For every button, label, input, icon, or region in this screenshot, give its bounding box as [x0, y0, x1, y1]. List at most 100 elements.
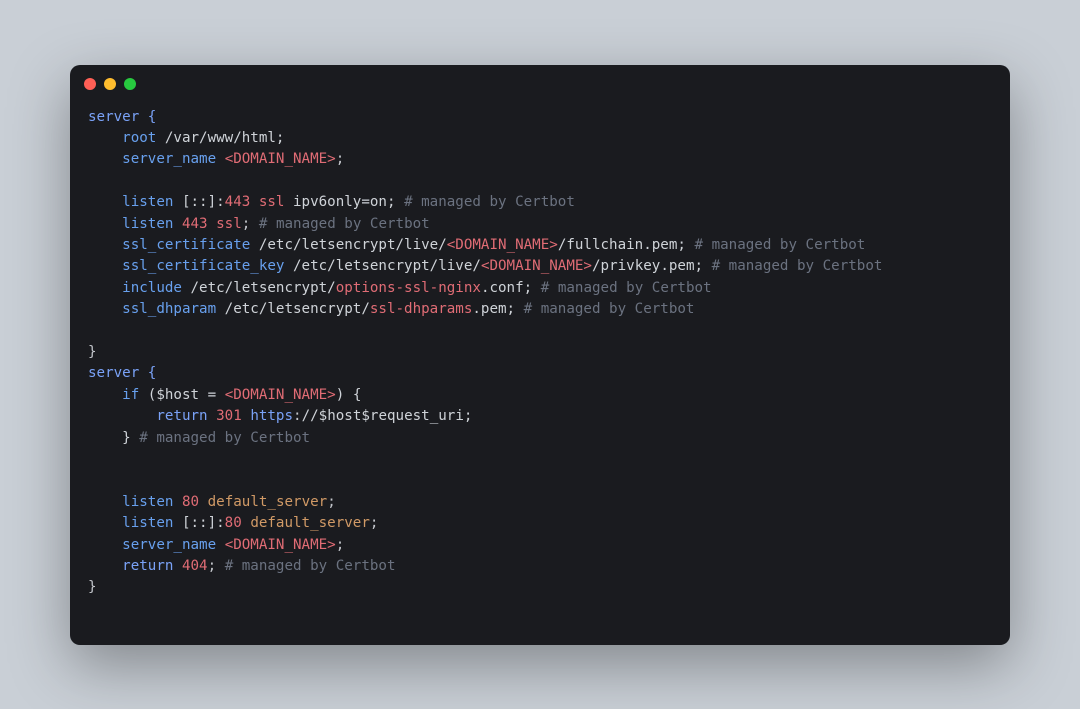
code-token: if: [122, 387, 139, 403]
code-token: }: [88, 430, 139, 446]
code-token: [216, 151, 225, 167]
code-token: [88, 537, 122, 553]
code-token: # managed by Certbot: [259, 216, 430, 232]
code-token: server_name: [122, 537, 216, 553]
code-token: /etc/letsencrypt/live/: [284, 258, 480, 274]
code-token: [88, 216, 122, 232]
code-token: server {: [88, 365, 156, 381]
zoom-icon[interactable]: [124, 78, 136, 90]
code-token: /privkey.pem;: [592, 258, 712, 274]
code-token: [::]:: [173, 194, 224, 210]
code-line: server {: [88, 107, 992, 128]
code-token: [173, 494, 182, 510]
code-token: 80: [225, 515, 242, 531]
code-line: [88, 321, 992, 342]
code-token: default_server: [250, 515, 370, 531]
code-token: options-ssl-nginx: [336, 280, 481, 296]
code-token: ;: [242, 216, 259, 232]
code-token: [88, 301, 122, 317]
code-token: ipv6only=on;: [284, 194, 404, 210]
code-token: <DOMAIN_NAME>: [225, 151, 336, 167]
code-token: ;: [327, 494, 336, 510]
code-token: return: [122, 558, 173, 574]
code-line: include /etc/letsencrypt/options-ssl-ngi…: [88, 278, 992, 299]
code-token: [216, 537, 225, 553]
code-token: ssl: [259, 194, 285, 210]
code-token: [88, 558, 122, 574]
code-token: 443: [182, 216, 208, 232]
window-titlebar: [70, 65, 1010, 103]
code-token: <DOMAIN_NAME>: [225, 537, 336, 553]
code-line: return 404; # managed by Certbot: [88, 556, 992, 577]
code-line: server_name <DOMAIN_NAME>;: [88, 149, 992, 170]
code-line: listen 443 ssl; # managed by Certbot: [88, 214, 992, 235]
code-token: /var/www/html;: [156, 130, 284, 146]
code-token: <DOMAIN_NAME>: [447, 237, 558, 253]
code-token: server_name: [122, 151, 216, 167]
code-token: ssl_certificate_key: [122, 258, 284, 274]
code-line: ssl_certificate_key /etc/letsencrypt/liv…: [88, 256, 992, 277]
code-line: ssl_certificate /etc/letsencrypt/live/<D…: [88, 235, 992, 256]
code-line: listen [::]:80 default_server;: [88, 513, 992, 534]
code-line: return 301 https://$host$request_uri;: [88, 406, 992, 427]
code-token: [88, 151, 122, 167]
code-token: listen: [122, 494, 173, 510]
code-token: ) {: [336, 387, 362, 403]
code-token: [173, 216, 182, 232]
code-token: include: [122, 280, 182, 296]
code-line: server {: [88, 363, 992, 384]
code-token: [88, 494, 122, 510]
code-token: [88, 408, 156, 424]
code-token: ssl: [216, 216, 242, 232]
code-token: ssl_dhparam: [122, 301, 216, 317]
code-line: listen 80 default_server;: [88, 492, 992, 513]
code-token: [::]:: [173, 515, 224, 531]
close-icon[interactable]: [84, 78, 96, 90]
code-token: # managed by Certbot: [225, 558, 396, 574]
code-token: # managed by Certbot: [139, 430, 310, 446]
code-line: ssl_dhparam /etc/letsencrypt/ssl-dhparam…: [88, 299, 992, 320]
code-token: ;: [208, 558, 225, 574]
code-token: ssl_certificate: [122, 237, 250, 253]
code-token: .conf;: [481, 280, 541, 296]
code-line: }: [88, 342, 992, 363]
code-line: [88, 171, 992, 192]
code-block: server { root /var/www/html; server_name…: [70, 103, 1010, 645]
code-token: /etc/letsencrypt/live/: [250, 237, 446, 253]
code-token: 301: [216, 408, 242, 424]
terminal-window: server { root /var/www/html; server_name…: [70, 65, 1010, 645]
code-line: } # managed by Certbot: [88, 428, 992, 449]
code-line: root /var/www/html;: [88, 128, 992, 149]
code-token: /etc/letsencrypt/: [182, 280, 336, 296]
code-token: :: [293, 408, 302, 424]
code-token: [88, 280, 122, 296]
code-token: server {: [88, 109, 156, 125]
code-token: }: [88, 344, 97, 360]
code-line: server_name <DOMAIN_NAME>;: [88, 535, 992, 556]
code-token: 404: [182, 558, 208, 574]
code-line: }: [88, 577, 992, 598]
code-line: listen [::]:443 ssl ipv6only=on; # manag…: [88, 192, 992, 213]
code-token: # managed by Certbot: [524, 301, 695, 317]
code-token: <DOMAIN_NAME>: [481, 258, 592, 274]
code-token: }: [88, 579, 97, 595]
code-token: ;: [370, 515, 379, 531]
code-token: [88, 258, 122, 274]
code-token: ;: [336, 537, 345, 553]
code-token: [208, 216, 217, 232]
code-token: root: [122, 130, 156, 146]
code-token: //$host$request_uri;: [302, 408, 473, 424]
code-token: 443: [225, 194, 251, 210]
minimize-icon[interactable]: [104, 78, 116, 90]
code-token: return: [156, 408, 207, 424]
code-token: [88, 130, 122, 146]
code-line: [88, 449, 992, 470]
code-token: [88, 387, 122, 403]
code-token: 80: [182, 494, 199, 510]
code-token: [88, 515, 122, 531]
code-token: /fullchain.pem;: [558, 237, 695, 253]
code-token: # managed by Certbot: [712, 258, 883, 274]
code-token: ;: [336, 151, 345, 167]
code-token: listen: [122, 194, 173, 210]
code-line: if ($host = <DOMAIN_NAME>) {: [88, 385, 992, 406]
